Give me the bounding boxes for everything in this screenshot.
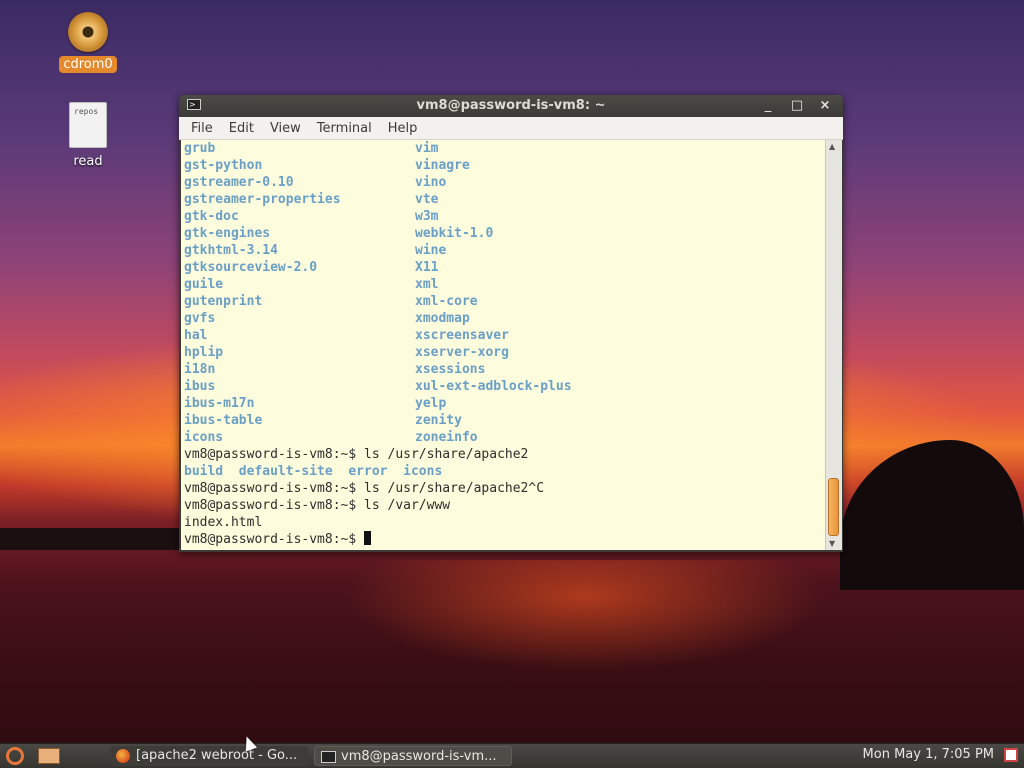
ubuntu-menu-icon[interactable]	[6, 747, 24, 765]
terminal-line: guile xml	[181, 276, 825, 293]
terminal-line: gtk-doc w3m	[181, 208, 825, 225]
dir-entry: i18n	[184, 362, 216, 377]
dir-entry: gutenprint	[184, 294, 263, 309]
terminal-line: ibus-m17n yelp	[181, 395, 825, 412]
terminal-line: vm8@password-is-vm8:~$ ls /usr/share/apa…	[184, 481, 545, 496]
dir-entry: gtk-engines	[184, 226, 271, 241]
dir-entry: vinagre	[415, 158, 470, 173]
dir-entry: webkit-1.0	[415, 226, 494, 241]
menu-file[interactable]: File	[183, 117, 221, 139]
menu-terminal[interactable]: Terminal	[309, 117, 380, 139]
window-title: vm8@password-is-vm8: ~	[416, 98, 606, 113]
dir-entry: vte	[415, 192, 439, 207]
bottom-panel: [apache2 webroot - Go... vm8@password-is…	[0, 743, 1024, 768]
menu-help[interactable]: Help	[380, 117, 426, 139]
terminal-line: gvfs xmodmap	[181, 310, 825, 327]
maximize-button[interactable]: □	[788, 97, 806, 115]
file-thumb-text: repos	[74, 107, 99, 116]
dir-entry: icons	[184, 430, 224, 445]
terminal-line: gstreamer-0.10 vino	[181, 174, 825, 191]
dir-entry: gtk-doc	[184, 209, 239, 224]
scroll-thumb[interactable]	[828, 478, 839, 536]
dir-entry: ibus	[184, 379, 216, 394]
taskbar-item-firefox[interactable]: [apache2 webroot - Go...	[110, 746, 308, 766]
terminal-line: ibus-table zenity	[181, 412, 825, 429]
wallpaper-water	[180, 560, 1024, 740]
close-button[interactable]: ×	[816, 97, 834, 115]
minimize-button[interactable]: _	[759, 97, 777, 115]
dir-entry: gst-python	[184, 158, 263, 173]
dir-entry: hplip	[184, 345, 224, 360]
scroll-up-arrow-icon[interactable]: ▲	[829, 142, 835, 151]
menu-view[interactable]: View	[262, 117, 309, 139]
dir-entry: gtkhtml-3.14	[184, 243, 278, 258]
terminal-window[interactable]: > vm8@password-is-vm8: ~ _ □ × File Edit…	[179, 95, 843, 552]
terminal-line: i18n xsessions	[181, 361, 825, 378]
dir-entry: xserver-xorg	[415, 345, 509, 360]
terminal-line: gstreamer-properties vte	[181, 191, 825, 208]
dir-entry: gstreamer-properties	[184, 192, 341, 207]
taskbar-item-terminal[interactable]: vm8@password-is-vm...	[314, 746, 512, 766]
desktop-icon-label: read	[73, 154, 103, 169]
dir-entry: xmodmap	[415, 311, 470, 326]
terminal-output[interactable]: grub vim gst-python vinagre gstreamer-0.10 vi…	[181, 140, 825, 550]
terminal-line: hal xscreensaver	[181, 327, 825, 344]
dir-entry: hal	[184, 328, 208, 343]
dir-entry: xml-core	[415, 294, 478, 309]
show-desktop-icon[interactable]	[38, 748, 60, 764]
dir-entry: gstreamer-0.10	[184, 175, 294, 190]
menu-edit[interactable]: Edit	[221, 117, 262, 139]
terminal-line: build default-site error icons	[184, 464, 443, 479]
terminal-line: vm8@password-is-vm8:~$ ls /var/www	[184, 498, 451, 513]
dir-entry: grub	[184, 141, 216, 156]
dir-entry: ibus-table	[184, 413, 263, 428]
dir-entry: w3m	[415, 209, 439, 224]
terminal-line: icons zoneinfo	[181, 429, 825, 446]
terminal-prompt-line: vm8@password-is-vm8:~$	[181, 531, 825, 548]
terminal-line: gtksourceview-2.0 X11	[181, 259, 825, 276]
terminal-icon	[321, 751, 336, 763]
firefox-icon	[116, 749, 130, 763]
dir-entry: yelp	[415, 396, 447, 411]
panel-clock[interactable]: Mon May 1, 7:05 PM	[863, 747, 994, 762]
terminal-line: ibus xul-ext-adblock-plus	[181, 378, 825, 395]
dir-entry: xul-ext-adblock-plus	[415, 379, 572, 394]
desktop-icon-label: cdrom0	[59, 56, 117, 73]
window-titlebar[interactable]: > vm8@password-is-vm8: ~ _ □ ×	[179, 95, 843, 117]
taskbar-label: vm8@password-is-vm...	[341, 749, 497, 764]
dir-entry: xml	[415, 277, 439, 292]
cdrom-icon	[68, 12, 108, 52]
dir-entry: wine	[415, 243, 447, 258]
dir-entry: xscreensaver	[415, 328, 509, 343]
dir-entry: gtksourceview-2.0	[184, 260, 318, 275]
prompt-text: vm8@password-is-vm8:~$	[184, 532, 365, 547]
dir-entry: X11	[415, 260, 439, 275]
dir-entry: guile	[184, 277, 224, 292]
terminal-line: gtkhtml-3.14 wine	[181, 242, 825, 259]
dir-entry: zoneinfo	[415, 430, 478, 445]
dir-entry: ibus-m17n	[184, 396, 255, 411]
shutdown-icon[interactable]	[1004, 748, 1018, 762]
dir-entry: vim	[415, 141, 439, 156]
dir-entry: xsessions	[415, 362, 486, 377]
text-cursor	[364, 531, 372, 545]
scroll-down-arrow-icon[interactable]: ▼	[829, 539, 835, 548]
dir-entry: zenity	[415, 413, 462, 428]
dir-entry: gvfs	[184, 311, 216, 326]
terminal-scrollbar[interactable]: ▲ ▼	[825, 140, 842, 550]
desktop-icon-read[interactable]: repos read	[53, 102, 123, 169]
text-file-icon: repos	[69, 102, 107, 148]
desktop-icon-cdrom[interactable]: cdrom0	[53, 12, 123, 73]
terminal-line: index.html	[184, 515, 263, 530]
terminal-line: grub vim	[181, 140, 825, 157]
terminal-line: gutenprint xml-core	[181, 293, 825, 310]
menubar: File Edit View Terminal Help	[179, 117, 843, 140]
terminal-line: gtk-engines webkit-1.0	[181, 225, 825, 242]
taskbar-label: [apache2 webroot - Go...	[136, 748, 298, 763]
dir-entry: vino	[415, 175, 447, 190]
terminal-line: vm8@password-is-vm8:~$ ls /usr/share/apa…	[184, 447, 529, 462]
directory-listing: grub vim gst-python vinagre gstreamer-0.10 vi…	[181, 140, 825, 446]
terminal-line: hplip xserver-xorg	[181, 344, 825, 361]
terminal-line: gst-python vinagre	[181, 157, 825, 174]
